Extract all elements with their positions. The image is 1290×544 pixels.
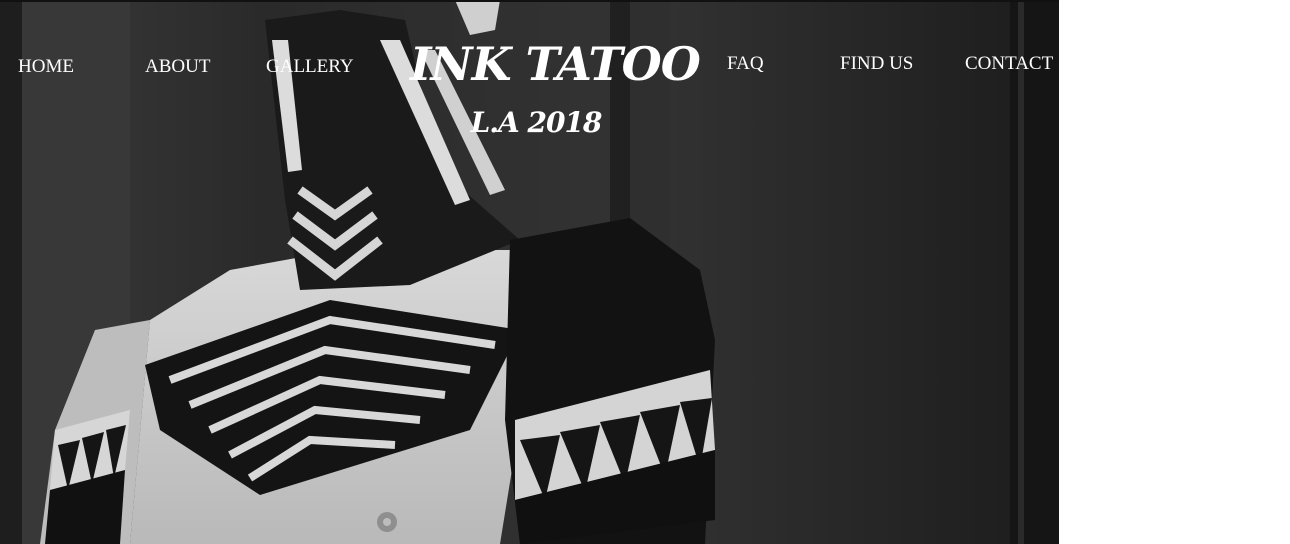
nav-contact-link[interactable]: CONTACT [965,53,1053,75]
brand-subtitle: L.A 2018 [470,106,603,139]
nav-find-us-link[interactable]: FIND US [840,53,913,75]
hero-section: HOME ABOUT GALLERY INK TATOO L.A 2018 FA… [0,0,1059,544]
nav-home-link[interactable]: HOME [18,56,74,78]
page-blank-area [1059,0,1290,544]
nav-about-link[interactable]: ABOUT [145,56,210,78]
top-border-strip [0,0,1059,2]
brand-title[interactable]: INK TATOO [410,36,701,92]
nav-gallery-link[interactable]: GALLERY [266,56,354,78]
nav-faq-link[interactable]: FAQ [727,53,764,75]
